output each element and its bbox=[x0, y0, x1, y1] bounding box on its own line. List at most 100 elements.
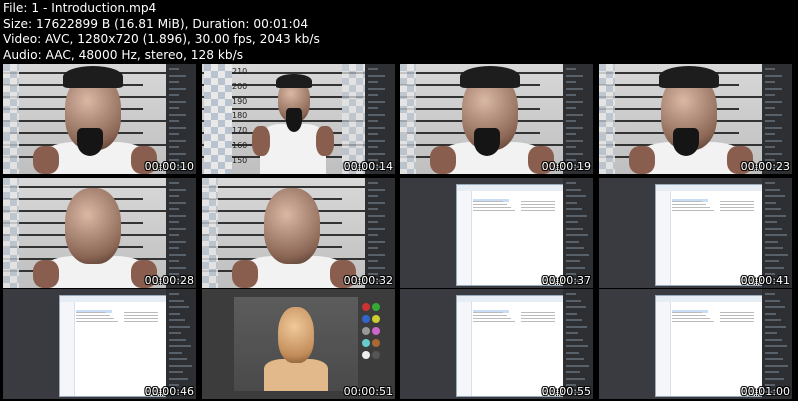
panel-row bbox=[765, 126, 782, 129]
panel-row bbox=[765, 107, 775, 109]
panel-row bbox=[566, 182, 576, 184]
panel-row bbox=[566, 152, 583, 155]
panel-row bbox=[368, 94, 378, 96]
thumbnail-timestamp: 00:00:23 bbox=[740, 160, 790, 173]
file-row bbox=[473, 210, 515, 211]
panel-row bbox=[765, 133, 775, 135]
panel-row bbox=[566, 240, 579, 243]
panel-row bbox=[566, 227, 583, 230]
file-row bbox=[473, 201, 503, 202]
panel-row bbox=[765, 325, 786, 328]
panel-row bbox=[765, 221, 777, 223]
beard bbox=[77, 128, 103, 156]
panel-row bbox=[169, 81, 179, 83]
panel-row bbox=[566, 266, 585, 269]
shoulder bbox=[33, 260, 59, 288]
panel-row bbox=[169, 208, 179, 210]
file-row-detail bbox=[521, 318, 555, 319]
panel-row bbox=[566, 312, 577, 315]
properties-panel bbox=[762, 64, 792, 174]
panel-row bbox=[169, 371, 183, 373]
video-thumbnail[interactable]: 00:00:41 bbox=[599, 178, 792, 288]
panel-row bbox=[566, 201, 577, 204]
panel-row bbox=[368, 126, 385, 129]
thumbnail-frame bbox=[400, 289, 593, 399]
explorer-sidebar bbox=[656, 191, 671, 285]
beard bbox=[286, 108, 302, 132]
video-thumbnail[interactable]: 00:00:10 bbox=[3, 64, 196, 174]
panel-row bbox=[169, 345, 191, 347]
file-row bbox=[473, 321, 515, 322]
video-thumbnail[interactable]: 00:00:37 bbox=[400, 178, 593, 288]
panel-row bbox=[368, 100, 385, 103]
panel-row bbox=[765, 266, 784, 269]
panel-row bbox=[566, 345, 588, 347]
video-thumbnail[interactable]: 00:00:19 bbox=[400, 64, 593, 174]
panel-row bbox=[368, 81, 378, 83]
explorer-sidebar bbox=[457, 191, 472, 285]
properties-panel bbox=[762, 178, 792, 288]
file-row-detail bbox=[720, 210, 754, 211]
panel-row bbox=[169, 221, 179, 223]
thumbnail-timestamp: 00:00:19 bbox=[541, 160, 591, 173]
explorer-titlebar bbox=[656, 296, 764, 302]
video-thumbnail[interactable]: 00:01:00 bbox=[599, 289, 792, 399]
panel-row bbox=[765, 306, 785, 308]
panel-row bbox=[765, 81, 775, 83]
bandana bbox=[460, 66, 520, 88]
video-thumbnail[interactable]: 00:00:23 bbox=[599, 64, 792, 174]
panel-row bbox=[566, 338, 583, 341]
panel-row bbox=[765, 188, 780, 191]
file-row bbox=[473, 204, 507, 205]
panel-row bbox=[566, 214, 587, 217]
panel-row bbox=[368, 260, 378, 262]
video-thumbnail[interactable]: 00:00:46 bbox=[3, 289, 196, 399]
panel-row bbox=[368, 68, 378, 70]
checker-backdrop bbox=[3, 64, 19, 174]
file-explorer-window bbox=[59, 295, 169, 397]
thumbnail-frame bbox=[3, 64, 196, 174]
thumbnail-timestamp: 00:00:41 bbox=[740, 274, 790, 287]
file-row bbox=[672, 318, 710, 319]
panel-row bbox=[566, 358, 584, 360]
panel-row bbox=[169, 364, 192, 367]
panel-row bbox=[765, 247, 783, 249]
video-thumbnail[interactable]: 00:00:28 bbox=[3, 178, 196, 288]
panel-row bbox=[566, 146, 576, 148]
file-row-detail bbox=[720, 201, 754, 202]
panel-row bbox=[169, 358, 187, 360]
material-swatch bbox=[362, 303, 370, 311]
panel-row bbox=[169, 68, 179, 70]
panel-row bbox=[368, 201, 385, 204]
thumbnail-frame bbox=[400, 64, 593, 174]
panel-row bbox=[566, 87, 583, 90]
video-stream-info: Video: AVC, 1280x720 (1.896), 30.00 fps,… bbox=[3, 32, 320, 46]
panel-row bbox=[169, 377, 188, 380]
video-thumbnail[interactable]: 210 200 190 180 170 160 150 00:00:14 bbox=[202, 64, 395, 174]
thumbnail-frame bbox=[400, 178, 593, 288]
panel-row bbox=[368, 182, 378, 184]
shoulder bbox=[430, 146, 456, 174]
panel-row bbox=[765, 293, 775, 295]
video-thumbnail[interactable]: 00:00:55 bbox=[400, 289, 593, 399]
panel-row bbox=[368, 234, 378, 236]
panel-row bbox=[169, 234, 179, 236]
beard bbox=[673, 128, 699, 156]
file-row bbox=[672, 201, 702, 202]
panel-row bbox=[169, 120, 179, 122]
panel-row bbox=[169, 146, 179, 148]
panel-row bbox=[169, 247, 179, 249]
panel-row bbox=[566, 100, 583, 103]
panel-row bbox=[368, 240, 385, 243]
file-row-detail bbox=[720, 207, 754, 208]
panel-row bbox=[765, 253, 788, 256]
file-row bbox=[473, 315, 507, 316]
panel-row bbox=[368, 74, 385, 77]
panel-row bbox=[566, 253, 589, 256]
file-row-detail bbox=[124, 315, 158, 316]
panel-row bbox=[169, 152, 186, 155]
panel-row bbox=[368, 152, 385, 155]
video-thumbnail[interactable]: 00:00:51 bbox=[202, 289, 395, 399]
video-thumbnail[interactable]: 00:00:32 bbox=[202, 178, 395, 288]
properties-panel bbox=[365, 178, 395, 288]
